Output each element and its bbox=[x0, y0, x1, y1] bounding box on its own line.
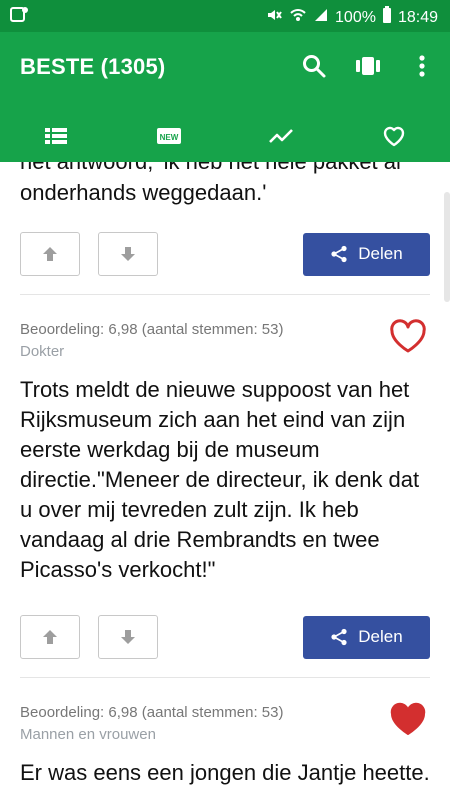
joke-list[interactable]: het antwoord, 'ik heb het hele pakket al… bbox=[0, 162, 450, 800]
category-label: Dokter bbox=[20, 343, 65, 360]
cards-icon bbox=[356, 57, 380, 75]
share-button[interactable]: Delen bbox=[303, 615, 430, 659]
rating-text: Beoordeling: 6,98 (aantal stemmen: 53) bbox=[20, 321, 284, 338]
tab-favorites[interactable] bbox=[338, 110, 450, 162]
tab-trending[interactable] bbox=[225, 110, 338, 162]
joke-card: Beoordeling: 6,98 (aantal stemmen: 53) D… bbox=[0, 295, 450, 678]
arrow-up-icon bbox=[43, 247, 57, 261]
share-icon bbox=[331, 628, 347, 646]
joke-card: Beoordeling: 6,98 (aantal stemmen: 53) M… bbox=[0, 678, 450, 788]
svg-text:NEW: NEW bbox=[159, 133, 178, 142]
list-icon bbox=[45, 128, 68, 144]
search-button[interactable] bbox=[298, 50, 330, 82]
battery-icon bbox=[382, 6, 392, 29]
downvote-button[interactable] bbox=[98, 615, 158, 659]
notification-icon bbox=[10, 6, 30, 24]
scrollbar[interactable] bbox=[444, 192, 450, 302]
joke-text: Er was eens een jongen die Jantje heette… bbox=[20, 760, 430, 785]
heart-icon bbox=[383, 126, 404, 147]
joke-card: het antwoord, 'ik heb het hele pakket al… bbox=[0, 162, 450, 295]
status-time: 18:49 bbox=[397, 8, 438, 26]
tab-list[interactable] bbox=[0, 110, 113, 162]
mute-icon bbox=[265, 6, 283, 29]
arrow-up-icon bbox=[43, 630, 57, 644]
share-icon bbox=[331, 245, 347, 263]
rating-text: Beoordeling: 6,98 (aantal stemmen: 53) bbox=[20, 704, 284, 721]
new-icon: NEW bbox=[156, 128, 181, 144]
category-label: Mannen en vrouwen bbox=[20, 726, 156, 743]
signal-icon bbox=[313, 7, 329, 28]
heart-outline-icon bbox=[390, 319, 426, 353]
wifi-icon bbox=[289, 6, 307, 29]
trending-icon bbox=[269, 129, 294, 143]
favorite-button[interactable] bbox=[388, 702, 428, 738]
share-button[interactable]: Delen bbox=[303, 232, 430, 276]
downvote-button[interactable] bbox=[98, 232, 158, 276]
tab-new[interactable]: NEW bbox=[113, 110, 226, 162]
battery-percent: 100% bbox=[335, 8, 376, 26]
cards-view-button[interactable] bbox=[352, 50, 384, 82]
joke-text: Trots meldt de nieuwe suppoost van het R… bbox=[20, 377, 420, 582]
joke-text: het antwoord, 'ik heb het hele pakket al… bbox=[20, 162, 401, 205]
app-bar: BESTE (1305) NEW bbox=[0, 32, 450, 162]
upvote-button[interactable] bbox=[20, 615, 80, 659]
search-icon bbox=[303, 55, 326, 78]
share-label: Delen bbox=[358, 627, 403, 646]
page-title: BESTE (1305) bbox=[20, 54, 166, 79]
arrow-down-icon bbox=[121, 247, 135, 261]
heart-filled-icon bbox=[390, 702, 426, 735]
more-vert-icon bbox=[419, 55, 425, 77]
favorite-button[interactable] bbox=[388, 319, 428, 355]
upvote-button[interactable] bbox=[20, 232, 80, 276]
share-label: Delen bbox=[358, 244, 403, 263]
arrow-down-icon bbox=[121, 630, 135, 644]
status-bar: 100% 18:49 bbox=[0, 0, 450, 32]
overflow-menu-button[interactable] bbox=[406, 50, 438, 82]
